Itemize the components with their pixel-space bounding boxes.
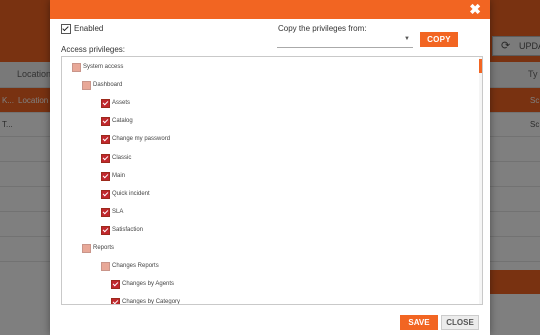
tree-node-label: Changes by Category	[122, 299, 181, 305]
tree-node-label: Catalog	[112, 118, 133, 124]
tree-node-label: Change my password	[112, 136, 171, 142]
tree-node-label: Main	[112, 173, 126, 179]
tree-node-label: System access	[83, 64, 124, 70]
tree-node-checkbox-checked[interactable]	[101, 172, 110, 181]
tree-node-checkbox-checked[interactable]	[101, 117, 110, 126]
tree-node-checkbox-checked[interactable]	[111, 280, 120, 289]
tree-node-checkbox-checked[interactable]	[101, 190, 110, 199]
tree-node-checkbox-checked[interactable]	[101, 208, 110, 217]
tree-node-label: Dashboard	[93, 82, 123, 88]
privileges-tree[interactable]: System access Dashboard Assets Catalog Chang…	[61, 56, 483, 305]
tree-node-label: Satisfaction	[112, 227, 144, 233]
tree-node-checkbox-checked[interactable]	[101, 154, 110, 163]
tree-node-checkbox-checked[interactable]	[111, 298, 120, 304]
privileges-dialog: ✖ Enabled Access privileges: Copy the pr…	[50, 0, 490, 335]
enabled-label: Enabled	[74, 24, 104, 33]
tree-node-label: Assets	[112, 100, 131, 106]
save-button[interactable]: SAVE	[400, 315, 438, 330]
copy-button[interactable]: COPY	[420, 32, 458, 47]
tree-node-label: Classic	[112, 155, 132, 161]
caret-down-icon: ▼	[404, 36, 410, 42]
tree-scrollbar-thumb[interactable]	[479, 59, 482, 73]
dialog-header: ✖	[50, 0, 490, 19]
tree-node-checkbox-partial[interactable]	[82, 244, 91, 253]
tree-node-checkbox-partial[interactable]	[101, 262, 110, 271]
tree-node-checkbox-checked[interactable]	[101, 99, 110, 108]
tree-node-checkbox-partial[interactable]	[82, 81, 91, 90]
copy-from-label: Copy the privileges from:	[278, 24, 367, 33]
tree-node-label: Reports	[93, 245, 115, 251]
copy-privileges-select[interactable]: ▼	[277, 34, 413, 48]
tree-node-label: SLA	[112, 209, 124, 215]
tree-node-checkbox-partial[interactable]	[72, 63, 81, 72]
tree-node-checkbox-checked[interactable]	[101, 135, 110, 144]
access-privileges-label: Access privileges:	[61, 45, 126, 54]
tree-node-label: Changes by Agents	[122, 281, 175, 287]
tree-node-checkbox-checked[interactable]	[101, 226, 110, 235]
tree-scrollbar[interactable]	[479, 57, 482, 304]
close-button[interactable]: CLOSE	[441, 315, 479, 330]
enabled-checkbox[interactable]	[61, 24, 71, 34]
tree-node-label: Changes Reports	[112, 263, 159, 269]
tree-node-label: Quick incident	[112, 191, 150, 197]
close-icon[interactable]: ✖	[469, 1, 481, 18]
